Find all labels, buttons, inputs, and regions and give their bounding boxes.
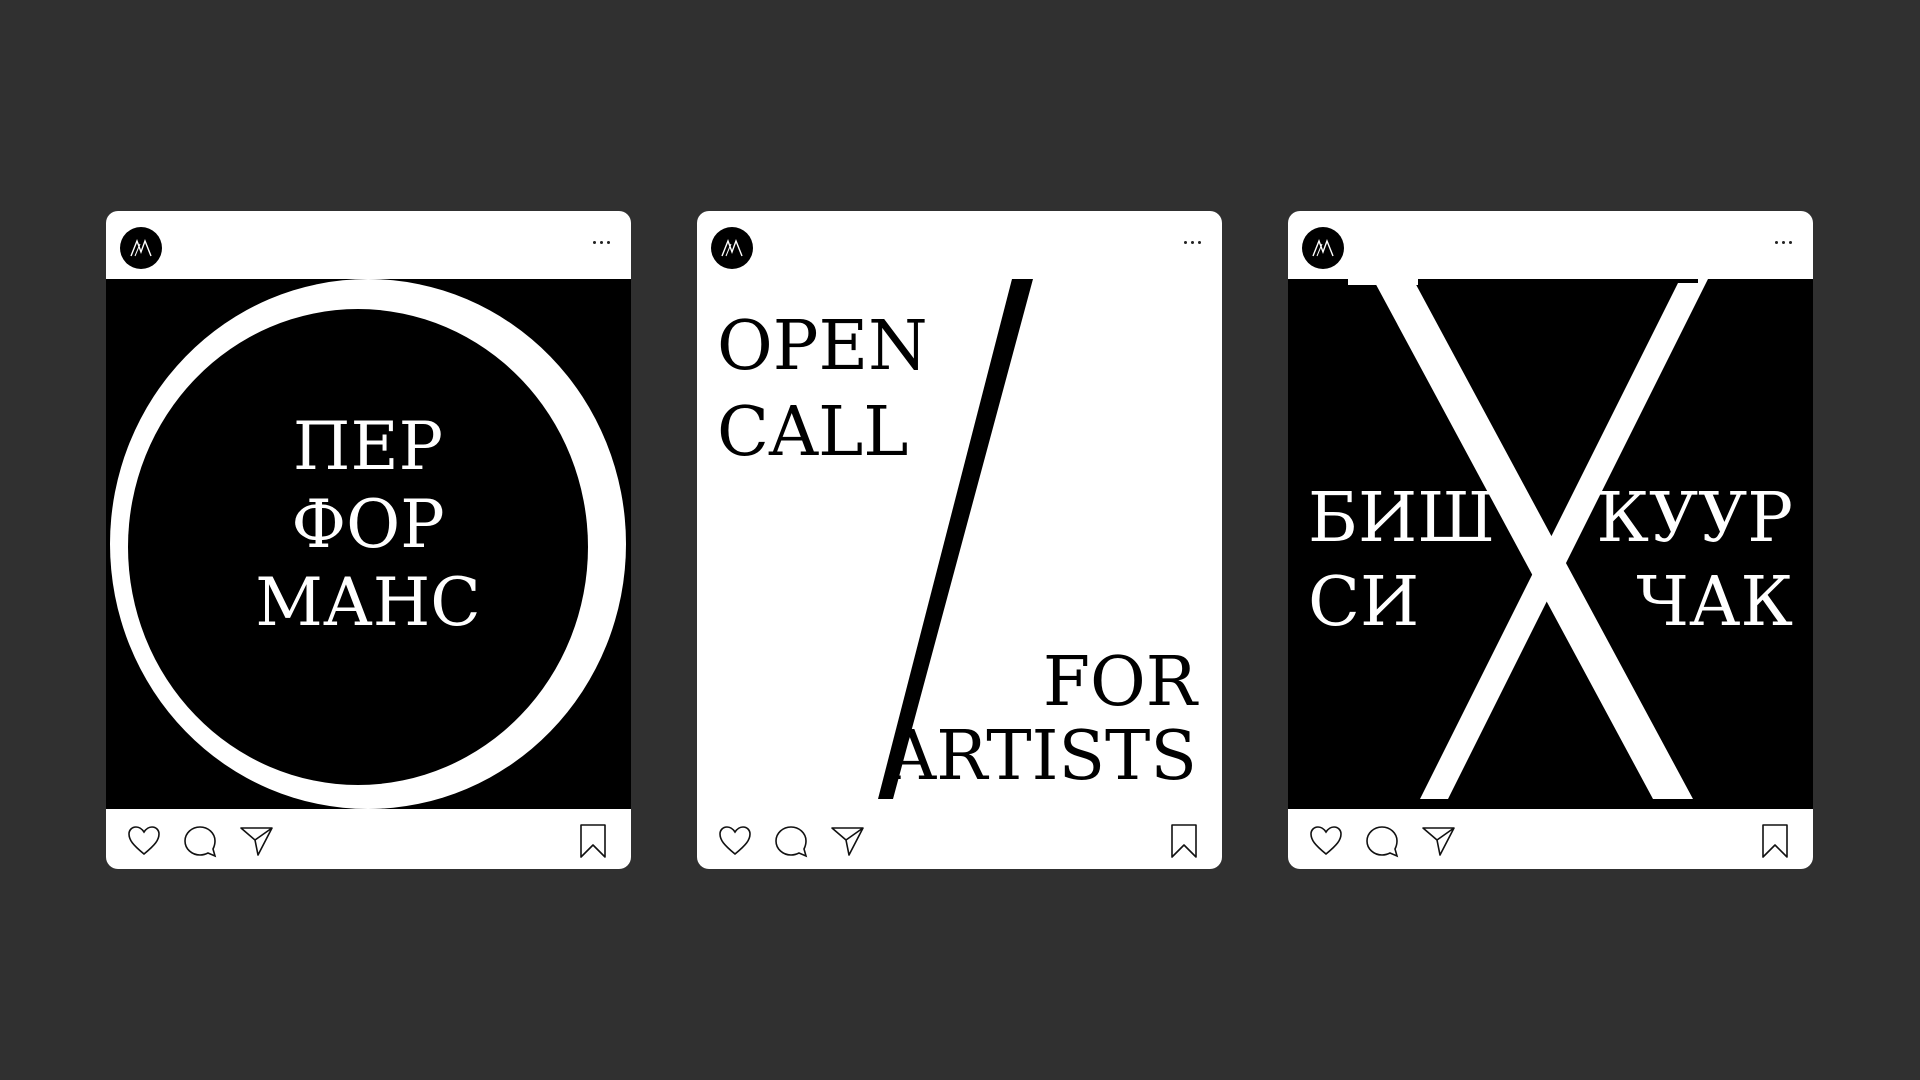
comment-icon[interactable] bbox=[180, 821, 220, 861]
title-line-2: ФОР bbox=[291, 486, 444, 563]
post-image: ПЕР ФОР МАНС bbox=[106, 279, 631, 809]
more-options-icon[interactable] bbox=[1182, 235, 1204, 249]
post-card-open-call: OPEN CALL FOR ARTISTS bbox=[697, 211, 1222, 869]
title-left-line-2: СИ bbox=[1308, 563, 1419, 642]
title-right-line-1: КУУР bbox=[1596, 479, 1793, 558]
send-icon[interactable] bbox=[1418, 821, 1458, 861]
avatar[interactable] bbox=[120, 227, 162, 269]
post-card-bishsi-kuurchak: БИШ СИ КУУР ЧАК bbox=[1288, 211, 1813, 869]
monogram-icon bbox=[130, 239, 152, 257]
stage: ПЕР ФОР МАНС OPEN CALL FOR ARTISTS БИШ С… bbox=[0, 0, 1920, 1080]
bookmark-icon[interactable] bbox=[573, 821, 613, 861]
post-image: БИШ СИ КУУР ЧАК bbox=[1288, 279, 1813, 809]
send-icon[interactable] bbox=[827, 821, 867, 861]
comment-icon[interactable] bbox=[771, 821, 811, 861]
send-icon[interactable] bbox=[236, 821, 276, 861]
avatar[interactable] bbox=[1302, 227, 1344, 269]
title-line-2: CALL bbox=[717, 393, 908, 472]
post-header bbox=[106, 211, 631, 279]
heart-icon[interactable] bbox=[1306, 821, 1346, 861]
title-line-3: FOR bbox=[1043, 643, 1199, 722]
post-image: OPEN CALL FOR ARTISTS bbox=[697, 279, 1222, 809]
title-line-1: OPEN bbox=[717, 307, 928, 386]
title-right-line-2: ЧАК bbox=[1636, 563, 1793, 642]
post-header bbox=[697, 211, 1222, 279]
title-line-1: ПЕР bbox=[293, 408, 443, 485]
post-card-performance: ПЕР ФОР МАНС bbox=[106, 211, 631, 869]
avatar[interactable] bbox=[711, 227, 753, 269]
monogram-icon bbox=[1312, 239, 1334, 257]
more-options-icon[interactable] bbox=[1773, 235, 1795, 249]
post-actions bbox=[106, 809, 631, 869]
post-header bbox=[1288, 211, 1813, 279]
bookmark-icon[interactable] bbox=[1164, 821, 1204, 861]
title-line-3: МАНС bbox=[255, 564, 481, 641]
heart-icon[interactable] bbox=[124, 821, 164, 861]
title-line-4: ARTISTS bbox=[886, 717, 1197, 796]
more-options-icon[interactable] bbox=[591, 235, 613, 249]
post-actions bbox=[697, 809, 1222, 869]
heart-icon[interactable] bbox=[715, 821, 755, 861]
monogram-icon bbox=[721, 239, 743, 257]
bookmark-icon[interactable] bbox=[1755, 821, 1795, 861]
title-left-line-1: БИШ bbox=[1308, 479, 1495, 558]
post-actions bbox=[1288, 809, 1813, 869]
comment-icon[interactable] bbox=[1362, 821, 1402, 861]
